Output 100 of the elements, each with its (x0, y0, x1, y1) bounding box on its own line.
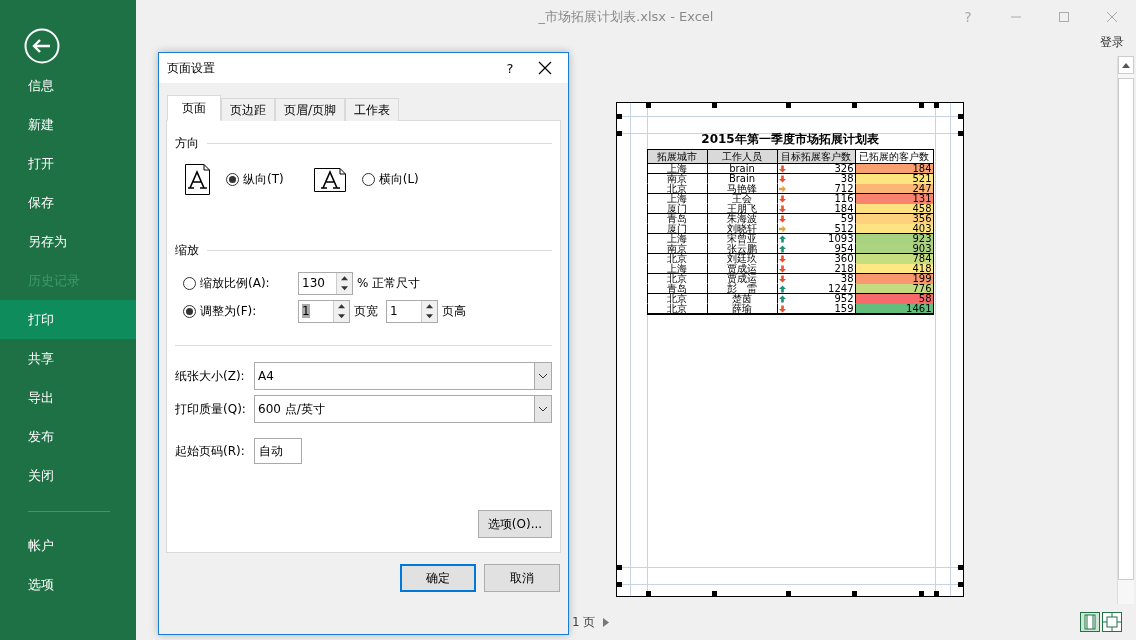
cancel-button[interactable]: 取消 (484, 564, 560, 592)
dropdown[interactable]: 600 点/英寸 (254, 395, 552, 423)
table-cell: 青岛 (646, 284, 707, 294)
field-label: 打印质量(Q): (175, 400, 247, 418)
sidebar-item[interactable]: 保存 (0, 183, 136, 222)
table-cell: 北京 (646, 254, 707, 264)
field-label: 起始页码(R): (175, 442, 246, 460)
radio-button[interactable] (361, 173, 375, 186)
up-arrow-icon[interactable] (1122, 62, 1130, 68)
table-cell: 贾成运 (706, 274, 777, 284)
table-cell: 1247 (828, 284, 854, 293)
radio-label[interactable]: 纵向(T) (243, 171, 284, 188)
table-cell: 宋曾亚 (706, 234, 777, 244)
ok-button[interactable]: 确定 (400, 564, 476, 592)
table-cell: 521 (854, 174, 933, 184)
unit-label: 页高 (442, 302, 466, 320)
sheet-title: 2015年第一季度市场拓展计划表 (701, 131, 879, 148)
table-cell: 218 (834, 264, 854, 273)
sidebar-item[interactable]: 打开 (0, 144, 136, 183)
column-header: 工作人员 (706, 150, 777, 164)
sidebar-item[interactable]: 信息 (0, 66, 136, 105)
table-cell: 903 (854, 244, 933, 254)
tab[interactable]: 页面 (167, 95, 221, 121)
table-cell: 南京 (646, 244, 707, 254)
show-margins-button[interactable] (1080, 612, 1100, 632)
radio-label[interactable]: 缩放比例(A): (200, 274, 298, 292)
radio-button[interactable] (183, 276, 196, 290)
table-cell: 上海 (646, 234, 707, 244)
dropdown[interactable]: A4 (254, 362, 552, 390)
table-cell: 512 (834, 224, 854, 233)
radio-label[interactable]: 横向(L) (378, 171, 419, 188)
table-cell: 南京 (646, 174, 707, 184)
unit-label: % 正常尺寸 (357, 274, 421, 292)
column-header: 拓展城市 (646, 150, 707, 164)
section-heading: 方向 (175, 135, 199, 152)
sidebar-item[interactable]: 导出 (0, 378, 136, 417)
table-cell: 厦门 (646, 224, 707, 234)
table-cell: 360 (834, 254, 854, 263)
options-button[interactable]: 选项(O)... (478, 510, 552, 538)
table-cell: 776 (854, 284, 933, 294)
scroll-up-button[interactable] (1118, 56, 1134, 74)
sidebar-item[interactable]: 关闭 (0, 456, 136, 495)
back-icon[interactable] (24, 28, 60, 64)
sidebar-item[interactable]: 帐户 (0, 526, 136, 565)
sidebar-item[interactable]: 另存为 (0, 222, 136, 261)
sidebar-item[interactable]: 共享 (0, 339, 136, 378)
table-cell: 199 (854, 274, 933, 284)
table-cell: 上海 (646, 264, 707, 274)
table-cell: 952 (834, 294, 854, 303)
table-cell: brain (706, 164, 777, 174)
table-cell: 北京 (646, 274, 707, 284)
close-icon[interactable] (538, 61, 552, 75)
window-title: _市场拓展计划表.xlsx - Excel (538, 8, 714, 26)
table-cell: 刘廷玖 (706, 254, 777, 264)
column-header: 已拓展的客户数 (854, 150, 933, 164)
table-cell: 116 (834, 194, 854, 203)
spin-field[interactable]: 1 (298, 299, 350, 323)
table-cell: 784 (854, 254, 933, 264)
table-cell: 朱海波 (706, 214, 777, 224)
radio-button[interactable] (226, 173, 239, 186)
sidebar-item[interactable]: 发布 (0, 417, 136, 456)
next-page-button[interactable] (603, 617, 610, 627)
table-cell: 247 (854, 184, 933, 194)
table-cell: 418 (854, 264, 933, 274)
radio-button[interactable] (183, 304, 196, 318)
dialog-title: 页面设置 (167, 59, 216, 77)
sidebar-item[interactable]: 打印 (0, 300, 136, 339)
tab[interactable]: 工作表 (345, 98, 400, 121)
table-cell: 131 (854, 194, 933, 204)
sidebar-item[interactable]: 选项 (0, 565, 136, 604)
table-cell: 北京 (646, 294, 707, 304)
table-cell: 王朋飞 (706, 204, 777, 214)
table-cell: 1461 (854, 304, 933, 314)
radio-label[interactable]: 调整为(F): (200, 302, 298, 320)
help-button[interactable]: ? (488, 60, 532, 76)
table-cell: 贾成运 (706, 264, 777, 274)
table-cell: 356 (854, 214, 933, 224)
scrollbar-thumb[interactable] (1118, 78, 1134, 580)
spin-field[interactable]: 130 (298, 271, 353, 295)
input-field[interactable]: 自动 (254, 438, 302, 464)
table-cell: 159 (834, 304, 854, 313)
table-cell: 712 (834, 184, 854, 193)
table-cell: 王会 (706, 194, 777, 204)
table-cell: 923 (854, 234, 933, 244)
table-cell: 马艳锋 (706, 184, 777, 194)
table-cell: 张云鹏 (706, 244, 777, 254)
table-cell: 184 (834, 204, 854, 213)
table-cell: 楚茵 (706, 294, 777, 304)
tab[interactable]: 页眉/页脚 (275, 98, 346, 121)
table-cell: 上海 (646, 164, 707, 174)
spin-field[interactable]: 1 (386, 299, 438, 323)
zoom-to-page-button[interactable] (1102, 612, 1122, 632)
tab[interactable]: 页边距 (221, 98, 275, 121)
table-cell: 1093 (828, 234, 854, 243)
table-cell: 458 (854, 204, 933, 214)
sidebar-item[interactable]: 新建 (0, 105, 136, 144)
table-cell: 北京 (646, 184, 707, 194)
table-cell: 59 (840, 214, 854, 223)
unit-label: 页宽 (354, 302, 378, 320)
sign-in-link[interactable]: 登录 (1100, 34, 1124, 56)
